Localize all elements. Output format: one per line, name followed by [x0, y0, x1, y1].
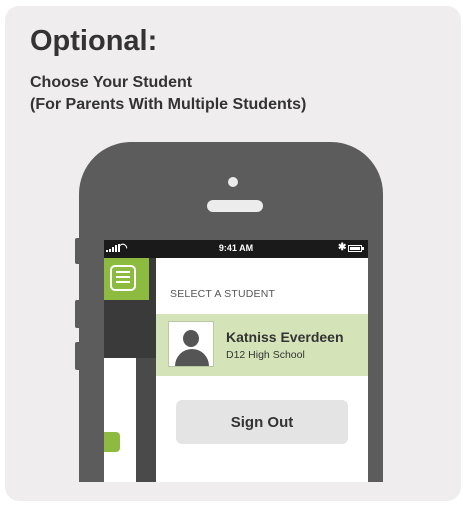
- panel-shadow-edge: [136, 358, 156, 482]
- battery-icon: [348, 245, 364, 252]
- subtitle-line-1: Choose Your Student: [30, 74, 193, 91]
- bluetooth-icon: ✱: [338, 242, 347, 253]
- status-bar: ◠ 9:41 AM ✱: [104, 240, 368, 258]
- background-content-panel: [104, 358, 136, 482]
- card-title: Optional:: [30, 25, 158, 57]
- card-subtitle: Choose Your Student (For Parents With Mu…: [30, 72, 306, 116]
- status-time: 9:41 AM: [218, 243, 254, 253]
- background-green-tab[interactable]: [104, 432, 120, 452]
- phone-screen: ◠ 9:41 AM ✱ SELECT A STUDENT Katniss Eve…: [104, 240, 368, 482]
- phone-mockup: ◠ 9:41 AM ✱ SELECT A STUDENT Katniss Eve…: [79, 142, 383, 482]
- phone-camera: [228, 177, 238, 187]
- menu-button[interactable]: [104, 258, 149, 300]
- app-side-panel: [104, 258, 156, 482]
- avatar-icon: [168, 321, 214, 367]
- phone-speaker: [207, 200, 263, 212]
- menu-icon: [110, 265, 136, 291]
- student-menu-drawer: SELECT A STUDENT Katniss Everdeen D12 Hi…: [156, 258, 368, 482]
- student-school: D12 High School: [226, 349, 305, 361]
- student-list-item[interactable]: Katniss Everdeen D12 High School: [156, 314, 368, 376]
- sign-out-button[interactable]: Sign Out: [176, 400, 348, 444]
- select-student-label: SELECT A STUDENT: [170, 288, 276, 300]
- student-name: Katniss Everdeen: [226, 329, 344, 345]
- subtitle-line-2: (For Parents With Multiple Students): [30, 96, 307, 113]
